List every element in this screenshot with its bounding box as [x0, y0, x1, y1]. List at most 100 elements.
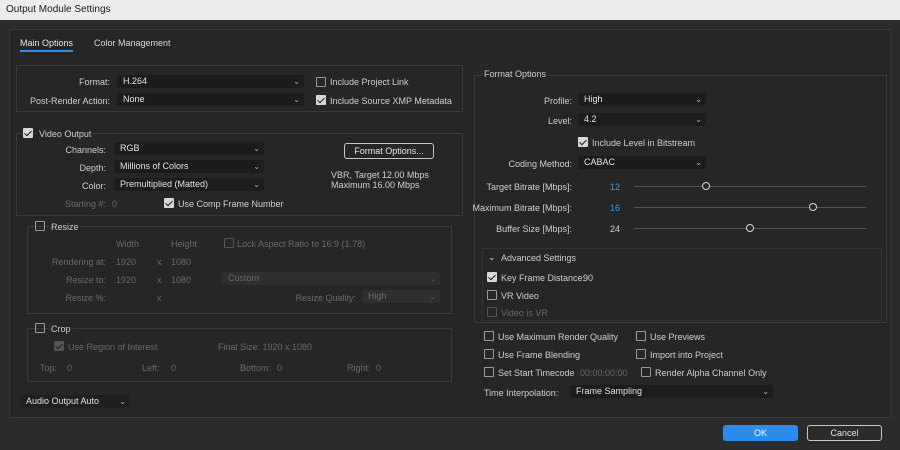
- lock-aspect-checkbox[interactable]: [224, 238, 234, 248]
- resize-percent-label: Resize %:: [65, 293, 106, 303]
- profile-select[interactable]: High ⌄: [578, 93, 706, 106]
- frame-blending-checkbox[interactable]: [484, 349, 494, 359]
- video-output-checkbox[interactable]: [23, 128, 33, 138]
- depth-label: Depth:: [79, 163, 106, 173]
- format-value: H.264: [123, 76, 148, 86]
- tab-color-management[interactable]: Color Management: [94, 38, 171, 48]
- max-bitrate-value[interactable]: 16: [610, 203, 620, 213]
- video-is-vr-checkbox[interactable]: [487, 307, 497, 317]
- resize-label: Resize: [49, 222, 81, 232]
- crop-right-label: Right:: [347, 363, 371, 373]
- import-project-label: Import into Project: [650, 350, 724, 360]
- cancel-button[interactable]: Cancel: [807, 425, 882, 441]
- crop-bottom-label: Bottom:: [240, 363, 272, 373]
- chevron-down-icon: ⌄: [253, 180, 260, 189]
- chevron-down-icon: ⌄: [429, 274, 436, 283]
- include-xmp-checkbox[interactable]: [316, 95, 326, 105]
- include-project-link-label: Include Project Link: [330, 77, 409, 87]
- profile-value: High: [584, 94, 603, 104]
- ok-button[interactable]: OK: [723, 425, 798, 441]
- chevron-down-icon: ⌄: [429, 292, 436, 301]
- crop-left-label: Left:: [142, 363, 160, 373]
- format-options-title: Format Options: [482, 69, 549, 79]
- chevron-down-icon: ⌄: [762, 387, 769, 396]
- include-xmp-label: Include Source XMP Metadata: [330, 96, 452, 106]
- start-timecode-label: Set Start Timecode: [498, 368, 575, 378]
- region-of-interest-label: Use Region of Interest: [68, 342, 158, 352]
- crop-bottom-value: 0: [277, 363, 283, 373]
- buffer-size-slider-knob[interactable]: [746, 224, 754, 232]
- resize-quality-select[interactable]: High ⌄: [362, 290, 440, 303]
- coding-method-value: CABAC: [584, 157, 616, 167]
- key-frame-distance-value[interactable]: 90: [583, 273, 593, 283]
- max-render-quality-label: Use Maximum Render Quality: [498, 332, 619, 342]
- chevron-down-icon[interactable]: ⌄: [488, 252, 496, 263]
- target-bitrate-slider[interactable]: [634, 186, 866, 187]
- rendering-at-height: 1080: [171, 257, 192, 267]
- channels-select[interactable]: RGB ⌄: [114, 142, 264, 155]
- starting-number-value: 0: [112, 199, 118, 209]
- resize-preset-select[interactable]: Custom ⌄: [222, 272, 440, 285]
- time-interpolation-select[interactable]: Frame Sampling ⌄: [570, 385, 773, 398]
- chevron-down-icon: ⌄: [119, 397, 126, 406]
- post-render-value: None: [123, 94, 145, 104]
- render-alpha-checkbox[interactable]: [641, 367, 651, 377]
- window-title: Output Module Settings: [6, 4, 111, 15]
- crop-label: Crop: [49, 324, 73, 334]
- video-output-label: Video Output: [37, 129, 94, 139]
- start-timecode-checkbox[interactable]: [484, 367, 494, 377]
- include-level-label: Include Level in Bitstream: [592, 138, 696, 148]
- window-title-bar: Output Module Settings: [0, 0, 900, 20]
- chevron-down-icon: ⌄: [253, 162, 260, 171]
- start-timecode-value[interactable]: 00:00:00:00: [580, 368, 628, 378]
- chevron-down-icon: ⌄: [253, 144, 260, 153]
- max-bitrate-slider-knob[interactable]: [808, 203, 817, 211]
- include-project-link-checkbox[interactable]: [316, 77, 326, 87]
- import-project-checkbox[interactable]: [636, 349, 646, 359]
- depth-select[interactable]: Millions of Colors ⌄: [114, 160, 264, 173]
- coding-method-select[interactable]: CABAC ⌄: [578, 156, 706, 169]
- profile-label: Profile:: [543, 96, 572, 106]
- format-options-button[interactable]: Format Options...: [344, 143, 434, 159]
- format-label: Format:: [78, 77, 110, 87]
- target-bitrate-slider-knob[interactable]: [701, 182, 710, 190]
- rendering-at-label: Rendering at:: [51, 257, 106, 267]
- chevron-down-icon: ⌄: [695, 95, 702, 104]
- buffer-size-value[interactable]: 24: [610, 224, 620, 234]
- format-select[interactable]: H.264 ⌄: [117, 75, 304, 88]
- use-previews-checkbox[interactable]: [636, 331, 646, 341]
- comp-frame-number-label: Use Comp Frame Number: [178, 199, 284, 209]
- resize-to-x: x: [157, 275, 162, 285]
- crop-right-value: 0: [376, 363, 382, 373]
- advanced-settings-title[interactable]: Advanced Settings: [501, 253, 576, 263]
- vr-video-label: VR Video: [501, 291, 539, 301]
- crop-checkbox[interactable]: [35, 323, 45, 333]
- post-render-select[interactable]: None ⌄: [117, 93, 304, 106]
- target-bitrate-label: Target Bitrate [Mbps]:: [486, 182, 572, 192]
- channels-value: RGB: [120, 143, 140, 153]
- color-select[interactable]: Premultiplied (Matted) ⌄: [114, 178, 264, 191]
- max-bitrate-slider[interactable]: [634, 207, 866, 208]
- region-of-interest-checkbox[interactable]: [54, 341, 64, 351]
- color-label: Color:: [81, 181, 106, 191]
- resize-preset-value: Custom: [228, 273, 260, 283]
- render-alpha-label: Render Alpha Channel Only: [655, 368, 767, 378]
- level-select[interactable]: 4.2 ⌄: [578, 113, 706, 126]
- tab-main-options[interactable]: Main Options: [20, 38, 74, 52]
- chevron-down-icon: ⌄: [695, 158, 702, 167]
- color-value: Premultiplied (Matted): [120, 179, 209, 189]
- resize-checkbox[interactable]: [35, 221, 45, 231]
- time-interpolation-label: Time Interpolation:: [484, 388, 559, 398]
- frame-blending-label: Use Frame Blending: [498, 350, 581, 360]
- resize-height-header: Height: [171, 239, 198, 249]
- crop-group: [27, 328, 452, 382]
- include-level-checkbox[interactable]: [578, 137, 588, 147]
- key-frame-distance-checkbox[interactable]: [487, 272, 497, 282]
- target-bitrate-value[interactable]: 12: [610, 182, 620, 192]
- comp-frame-number-checkbox[interactable]: [164, 198, 174, 208]
- max-render-quality-checkbox[interactable]: [484, 331, 494, 341]
- audio-output-select[interactable]: Audio Output Auto ⌄: [20, 395, 130, 408]
- video-is-vr-label: Video is VR: [501, 308, 548, 318]
- post-render-label: Post-Render Action:: [29, 96, 110, 106]
- vr-video-checkbox[interactable]: [487, 290, 497, 300]
